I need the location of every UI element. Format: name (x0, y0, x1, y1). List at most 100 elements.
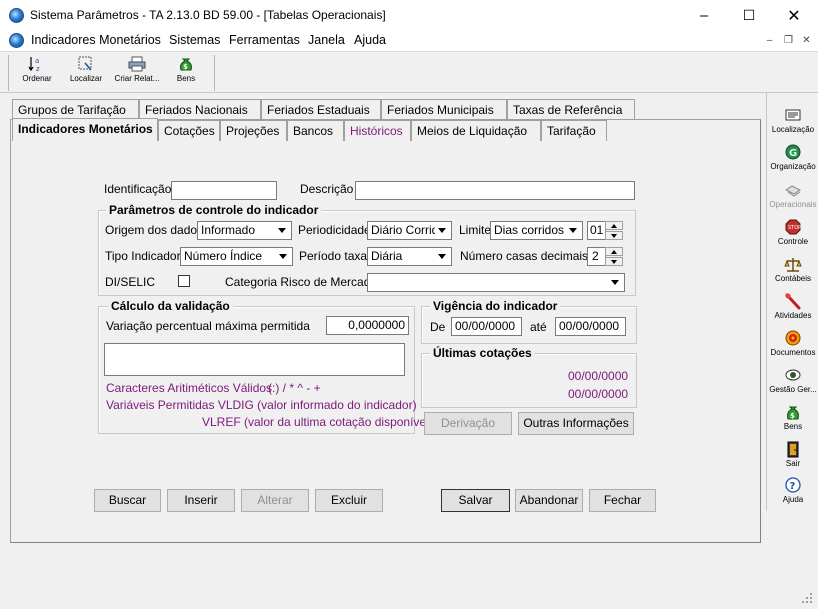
rb-sair[interactable]: Sair (767, 441, 818, 468)
tab-cotacoes[interactable]: Cotações (158, 120, 220, 141)
bens-toolbar-button[interactable]: $ Bens (163, 56, 209, 90)
rb-gestao[interactable]: Gestão Ger... (767, 367, 818, 394)
casas-spin-buttons[interactable] (605, 247, 623, 266)
rb-organizacao-label: Organização (770, 162, 816, 171)
sort-az-icon: az (28, 56, 46, 73)
mdi-app-icon[interactable] (9, 33, 24, 48)
formula-input[interactable] (104, 343, 405, 376)
menu-sistemas[interactable]: Sistemas (169, 33, 220, 47)
menu-janela[interactable]: Janela (308, 33, 345, 47)
rb-operacionais[interactable]: Operacionais (767, 182, 818, 209)
limite-select[interactable]: Dias corridos (490, 221, 583, 240)
casas-decimais-spinner[interactable]: 2 (587, 247, 623, 266)
salvar-button[interactable]: Salvar (441, 489, 510, 512)
operacionais-icon (784, 182, 802, 199)
diselic-checkbox[interactable] (178, 275, 190, 287)
tab-indicadores-monetarios[interactable]: Indicadores Monetários (12, 118, 158, 141)
descricao-input[interactable] (355, 181, 635, 200)
rb-organizacao[interactable]: G Organização (767, 144, 818, 171)
tab-tarifacao[interactable]: Tarifação (541, 120, 607, 141)
maximize-button[interactable]: ☐ (726, 0, 772, 31)
spin-up-icon[interactable] (605, 247, 623, 256)
vlref-label: VLREF (valor da ultima cotação disponíve… (202, 415, 433, 429)
vigencia-de-input[interactable]: 00/00/0000 (451, 317, 522, 336)
tab-grupos-tarifacao[interactable]: Grupos de Tarifação (12, 99, 139, 120)
rb-ajuda[interactable]: ? Ajuda (767, 477, 818, 504)
ordenar-button[interactable]: az Ordenar (14, 56, 60, 90)
categoria-risco-select[interactable] (367, 273, 625, 292)
right-toolbar: Localização G Organização Operacionais S… (766, 93, 818, 511)
svg-text:z: z (36, 65, 40, 72)
stop-icon: STOP (784, 219, 802, 236)
spin-down-icon[interactable] (605, 257, 623, 266)
tab-projecoes[interactable]: Projeções (220, 120, 287, 141)
identificacao-input[interactable] (171, 181, 277, 200)
tab-bancos[interactable]: Bancos (287, 120, 344, 141)
de-label: De (430, 320, 446, 334)
vigencia-ate-input[interactable]: 00/00/0000 (555, 317, 626, 336)
scales-icon (784, 256, 802, 273)
rb-atividades[interactable]: Atividades (767, 293, 818, 320)
close-button[interactable]: ✕ (771, 0, 817, 31)
alterar-button[interactable]: Alterar (241, 489, 309, 512)
rb-contabeis[interactable]: Contábeis (767, 256, 818, 283)
menu-ajuda[interactable]: Ajuda (354, 33, 386, 47)
tab-taxas-referencia[interactable]: Taxas de Referência (507, 99, 635, 120)
variacao-input[interactable]: 0,0000000 (326, 316, 409, 335)
minimize-button[interactable]: – (681, 0, 727, 31)
resize-grip-icon[interactable] (798, 589, 814, 605)
limite-value: Dias corridos (494, 223, 565, 237)
periodicidade-select[interactable]: Diário Corrido (367, 221, 452, 240)
buscar-button[interactable]: Buscar (94, 489, 161, 512)
origem-value: Informado (201, 223, 256, 237)
origem-label: Origem dos dados (105, 223, 204, 237)
money-bag-icon: $ (784, 404, 802, 421)
origem-select[interactable]: Informado (197, 221, 292, 240)
ultimas-cotacoes-title: Últimas cotações (430, 346, 535, 360)
localizacao-icon (784, 107, 802, 124)
rb-localizacao[interactable]: Localização (767, 107, 818, 134)
printer-icon (128, 56, 146, 72)
tab-feriados-nacionais[interactable]: Feriados Nacionais (139, 99, 261, 120)
identificacao-label: Identificação (104, 182, 172, 196)
chevron-down-icon (435, 249, 450, 264)
svg-text:G: G (789, 148, 797, 159)
spin-down-icon[interactable] (605, 231, 623, 240)
abandonar-button[interactable]: Abandonar (515, 489, 583, 512)
spin-up-icon[interactable] (605, 221, 623, 230)
tab-feriados-municipais[interactable]: Feriados Municipais (381, 99, 507, 120)
title-bar: Sistema Parâmetros - TA 2.13.0 BD 59.00 … (0, 0, 818, 31)
excluir-button[interactable]: Excluir (315, 489, 383, 512)
chevron-down-icon (608, 275, 623, 290)
periodo-taxa-select[interactable]: Diária (367, 247, 452, 266)
fechar-button[interactable]: Fechar (589, 489, 656, 512)
menu-indicadores[interactable]: Indicadores Monetários (31, 33, 161, 47)
toolbar-grip (8, 55, 9, 91)
limite-spinner[interactable]: 01 (587, 221, 623, 240)
app-icon (9, 8, 24, 23)
mdi-restore-button[interactable]: ❐ (781, 34, 796, 48)
localizar-button[interactable]: Localizar (63, 56, 109, 90)
limite-number: 01 (590, 223, 604, 237)
criar-relatorio-button[interactable]: Criar Relat... (112, 56, 162, 90)
tab-meios-liquidacao[interactable]: Meios de Liquidação (411, 120, 541, 141)
tipo-indicador-select[interactable]: Número Índice (180, 247, 293, 266)
mdi-close-button[interactable]: ✕ (799, 34, 814, 48)
limite-spin-buttons[interactable] (605, 221, 623, 240)
inserir-button[interactable]: Inserir (167, 489, 235, 512)
rb-gestao-label: Gestão Ger... (769, 385, 817, 394)
rb-documentos[interactable]: Documentos (767, 330, 818, 357)
rb-bens[interactable]: $ Bens (767, 404, 818, 431)
rb-controle[interactable]: STOP Controle (767, 219, 818, 246)
periodo-taxa-label: Período taxa (299, 249, 368, 263)
periodo-taxa-value: Diária (371, 249, 403, 263)
tab-feriados-estaduais[interactable]: Feriados Estaduais (261, 99, 381, 120)
outras-informacoes-button[interactable]: Outras Informações (518, 412, 634, 435)
limite-label: Limite (459, 223, 492, 237)
derivacao-button[interactable]: Derivação (424, 412, 512, 435)
menu-ferramentas[interactable]: Ferramentas (229, 33, 300, 47)
mdi-minimize-button[interactable]: – (762, 34, 777, 48)
tab-historicos[interactable]: Históricos (344, 120, 411, 141)
diselic-label: DI/SELIC (105, 275, 156, 289)
periodicidade-label: Periodicidade (298, 223, 371, 237)
